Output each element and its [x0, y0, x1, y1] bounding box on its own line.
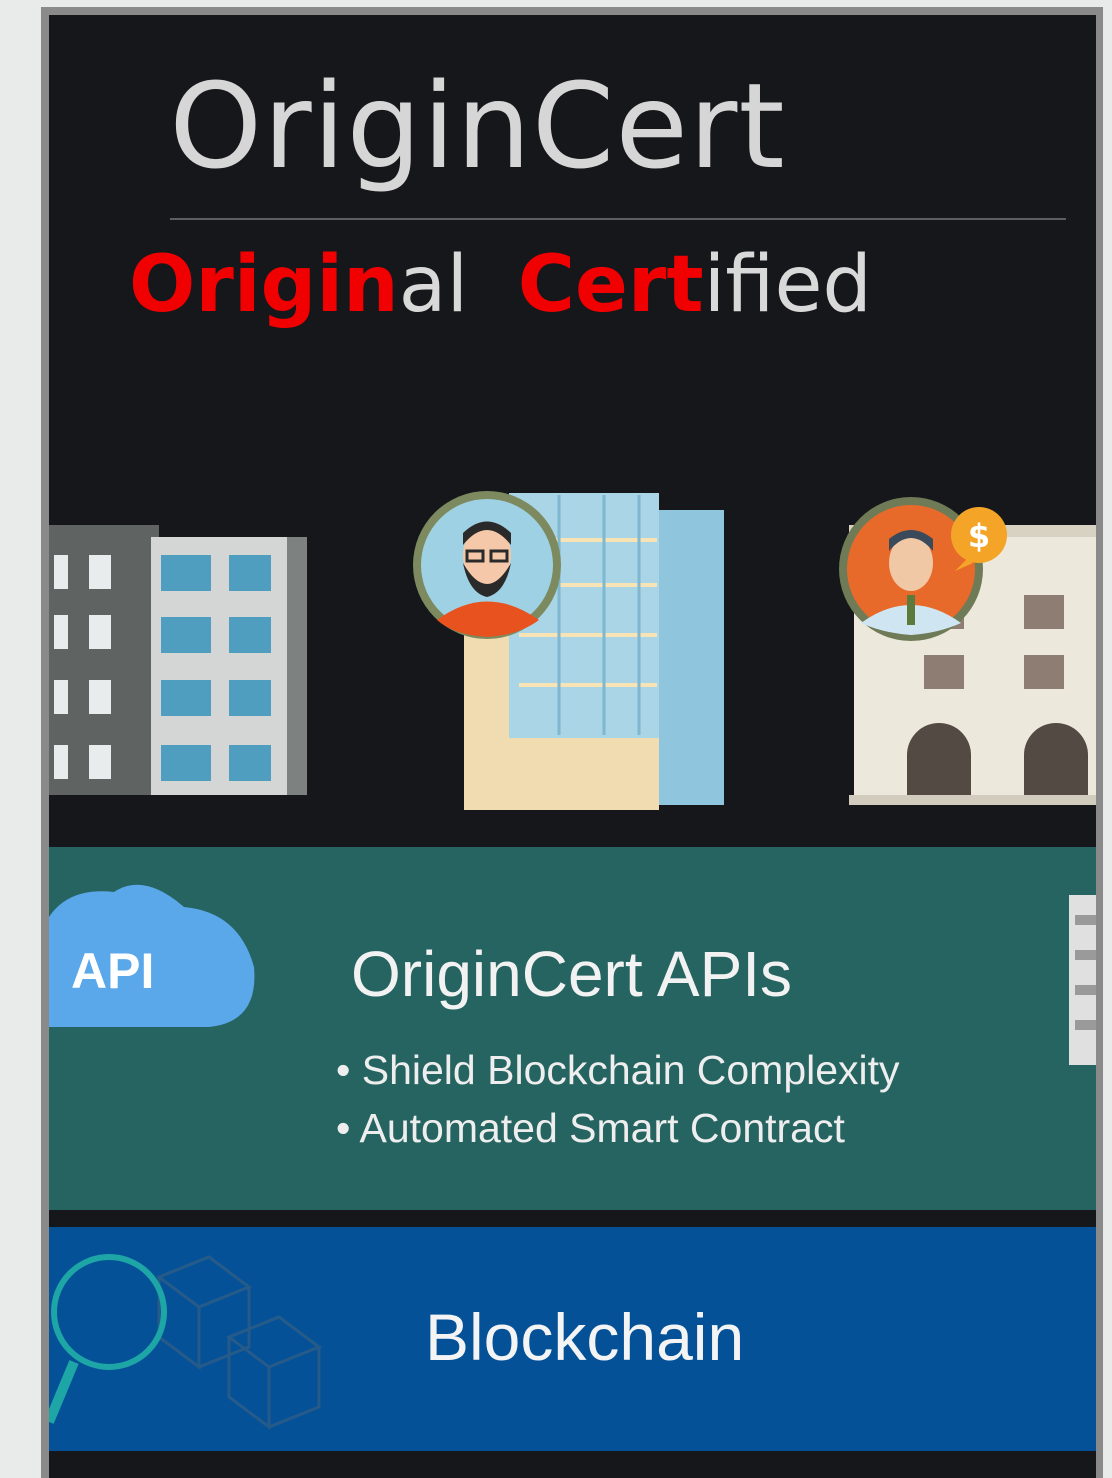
buildings-illustration: $ — [49, 491, 1096, 810]
title-divider — [170, 218, 1066, 220]
tagline-al: al — [398, 240, 469, 330]
tagline-origin: Origin — [129, 240, 399, 330]
person-avatar-icon — [413, 491, 561, 639]
blockchain-title: Blockchain — [425, 1300, 745, 1374]
tagline-ified: ified — [703, 240, 872, 330]
api-bullet-1: • Shield Blockchain Complexity — [336, 1047, 900, 1093]
tagline: Original Certified — [49, 240, 1024, 330]
api-cloud-label: API — [71, 943, 155, 999]
api-title: OriginCert APIs — [351, 938, 793, 1010]
blockchain-section: Blockchain — [49, 1227, 1096, 1451]
api-bullet-2: • Automated Smart Contract — [336, 1105, 845, 1151]
tagline-cert: Cert — [517, 240, 704, 330]
api-section: API OriginCert APIs • Shield Blockchain … — [49, 847, 1096, 1210]
side-building-icon — [1069, 895, 1096, 1065]
infographic-panel: OriginCert Original Certified $ API Orig… — [49, 15, 1096, 1478]
brand-title: OriginCert — [169, 57, 786, 195]
magnifier-icon — [49, 1254, 167, 1424]
svg-text:$: $ — [968, 517, 990, 555]
